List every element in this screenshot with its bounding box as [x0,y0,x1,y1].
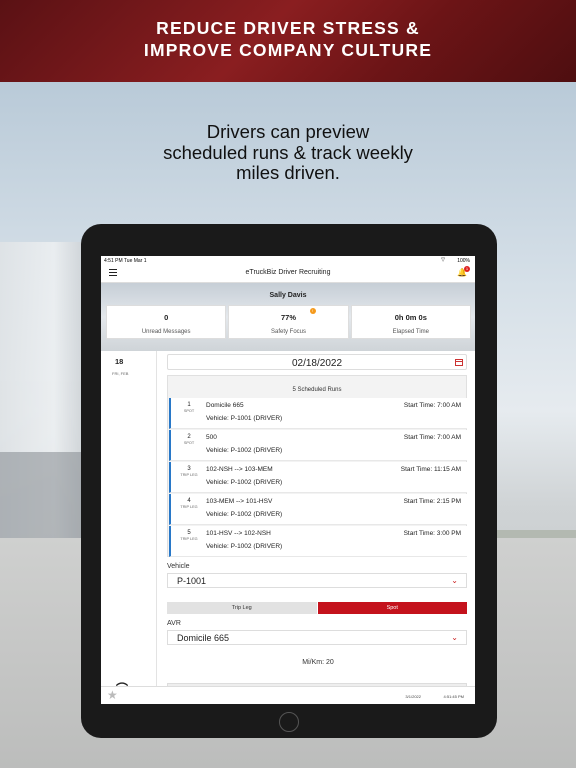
footer-date: 3/1/2022 [405,694,421,699]
nav-bar: eTruckBiz Driver Recruiting 🔔 1 [101,265,475,283]
scheduled-runs-list: 5 Scheduled Runs 1 SPOT Domicile 665 Veh… [167,375,467,557]
run-item[interactable]: 4 TRIP LEG 103-MEM --> 101-HSV Vehicle: … [169,494,467,525]
mi-km-readout: Mi/Km: 20 [302,659,334,666]
stats-row: 0 Unread Messages ! 77% Safety Focus 0h … [106,305,471,339]
trip-leg-option[interactable]: Trip Leg [167,602,317,614]
notification-badge: 1 [464,266,470,272]
app-screen: 4:51 PM Tue Mar 1 ▽ 100% eTruckBiz Drive… [101,256,475,704]
run-location: 101-HSV --> 102-NSH [206,530,271,537]
run-number: 2 [187,434,191,440]
run-start-time: Start Time: 11:15 AM [400,466,461,473]
run-start-time: Start Time: 7:00 AM [403,402,461,409]
run-start-time: Start Time: 2:15 PM [403,498,461,505]
battery-level: 100% [457,258,470,264]
run-number: 3 [187,466,191,472]
run-number: 4 [187,498,191,504]
run-start-time: Start Time: 7:00 AM [403,434,461,441]
footer-time: 4:51:45 PM [443,694,464,699]
run-kind: TRIP LEG [180,537,198,541]
stat-unread-messages[interactable]: 0 Unread Messages [106,305,227,339]
vehicle-select[interactable]: P-1001 ⌄ [167,573,467,588]
stat-label: Safety Focus [270,329,306,335]
run-vehicle: Vehicle: P-1002 (DRIVER) [206,543,283,550]
stat-value: 0h 0m 0s [394,313,427,322]
scroll-edge [167,683,467,687]
run-vehicle: Vehicle: P-1002 (DRIVER) [206,511,283,518]
run-start-time: Start Time: 3:00 PM [403,530,461,537]
avr-select[interactable]: Domicile 665 ⌄ [167,630,467,645]
schedule-panel: 18 FRI, FEB 02/18/2022 5 Scheduled Runs … [101,351,475,691]
run-vehicle: Vehicle: P-1002 (DRIVER) [206,479,283,486]
status-time: 4:51 PM Tue Mar 1 [104,258,147,264]
run-item[interactable]: 5 TRIP LEG 101-HSV --> 102-NSH Vehicle: … [169,526,467,557]
stat-safety-focus[interactable]: ! 77% Safety Focus [228,305,349,339]
tagline-line-1: Drivers can preview [206,121,370,142]
home-button[interactable] [279,712,299,732]
stat-label: Elapsed Time [392,329,429,335]
warning-badge: ! [309,308,316,314]
divider [156,351,157,691]
run-number: 1 [187,402,191,408]
date-value: 02/18/2022 [291,358,343,369]
driver-name: Sally Davis [269,292,307,299]
chevron-down-icon: ⌄ [451,633,458,642]
run-number: 5 [187,530,191,536]
stat-value: 77% [280,313,296,322]
spot-option[interactable]: Spot [317,602,467,614]
footer-bar: ★ 3/1/2022 4:51:45 PM [101,683,475,704]
run-location: 500 [206,434,217,441]
runs-header: 5 Scheduled Runs [292,387,342,393]
tagline-line-3: miles driven. [236,162,340,183]
run-item[interactable]: 1 SPOT Domicile 665 Vehicle: P-1001 (DRI… [169,398,467,429]
tagline-line-2: scheduled runs & track weekly [163,141,413,163]
day-number[interactable]: 18 [115,357,123,366]
profile-header: Sally Davis 0 Unread Messages ! 77% Safe… [101,283,475,351]
run-kind: SPOT [183,409,195,413]
app-title: eTruckBiz Driver Recruiting [245,269,331,276]
run-item[interactable]: 2 SPOT 500 Vehicle: P-1002 (DRIVER) Star… [169,430,467,461]
avr-value: Domicile 665 [177,633,230,643]
promo-banner: REDUCE DRIVER STRESS & IMPROVE COMPANY C… [0,0,576,82]
stat-label: Unread Messages [141,329,191,335]
run-location: Domicile 665 [206,402,244,409]
tagline: Drivers can preview scheduled runs & tra… [0,121,576,184]
banner-line-2: IMPROVE COMPANY CULTURE [143,40,433,60]
stat-value: 0 [164,313,169,322]
avr-label: AVR [167,620,181,627]
date-field[interactable]: 02/18/2022 [167,354,467,370]
calendar-icon[interactable] [455,359,463,366]
banner-line-1: REDUCE DRIVER STRESS & [156,18,420,38]
run-kind: TRIP LEG [180,505,198,509]
status-bar: 4:51 PM Tue Mar 1 ▽ 100% [101,256,475,265]
run-kind: SPOT [183,441,195,445]
day-label: FRI, FEB [112,371,129,376]
run-item[interactable]: 3 TRIP LEG 102-NSH --> 103-MEM Vehicle: … [169,462,467,493]
wifi-icon: ▽ [441,257,445,263]
vehicle-value: P-1001 [177,576,207,586]
run-type-toggle: Trip Leg Spot [167,602,467,614]
run-kind: TRIP LEG [180,473,198,477]
star-icon[interactable]: ★ [107,688,118,702]
run-location: 103-MEM --> 101-HSV [206,498,273,505]
run-vehicle: Vehicle: P-1001 (DRIVER) [206,415,283,422]
chevron-down-icon: ⌄ [451,576,458,585]
vehicle-label: Vehicle [167,563,190,570]
run-location: 102-NSH --> 103-MEM [206,466,273,473]
stat-elapsed-time[interactable]: 0h 0m 0s Elapsed Time [350,305,471,339]
run-vehicle: Vehicle: P-1002 (DRIVER) [206,447,283,454]
